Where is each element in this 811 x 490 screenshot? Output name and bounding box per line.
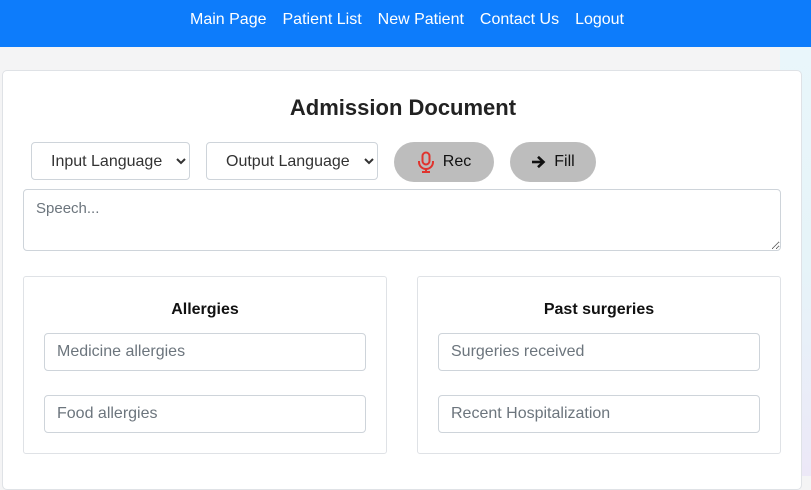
fill-button[interactable]: Fill — [510, 142, 596, 182]
recent-hospitalization-input[interactable] — [438, 395, 760, 433]
allergies-title: Allergies — [171, 301, 239, 318]
rec-button[interactable]: Rec — [394, 142, 494, 182]
nav-new-patient[interactable]: New Patient — [378, 11, 464, 29]
input-language-select[interactable]: Input Language — [31, 142, 190, 180]
microphone-icon — [417, 151, 435, 173]
output-language-select[interactable]: Output Language — [206, 142, 378, 180]
surgeries-received-input[interactable] — [438, 333, 760, 371]
past-surgeries-title: Past surgeries — [543, 301, 655, 318]
admission-card: Admission Document Input Language Output… — [2, 70, 802, 490]
rec-label: Rec — [442, 153, 472, 170]
food-allergies-input[interactable] — [44, 395, 366, 433]
arrow-right-icon — [531, 155, 546, 169]
nav-contact-us[interactable]: Contact Us — [480, 11, 559, 29]
medicine-allergies-input[interactable] — [44, 333, 366, 371]
nav-main-page[interactable]: Main Page — [190, 11, 267, 29]
allergies-section: Allergies — [23, 276, 387, 454]
speech-textarea[interactable] — [23, 189, 781, 251]
nav-logout[interactable]: Logout — [575, 11, 624, 29]
past-surgeries-section: Past surgeries — [417, 276, 781, 454]
page-title: Admission Document — [289, 95, 517, 120]
fill-label: Fill — [554, 153, 575, 170]
top-navbar: Main Page Patient List New Patient Conta… — [0, 0, 811, 47]
nav-links: Main Page Patient List New Patient Conta… — [190, 11, 624, 29]
nav-patient-list[interactable]: Patient List — [283, 11, 362, 29]
